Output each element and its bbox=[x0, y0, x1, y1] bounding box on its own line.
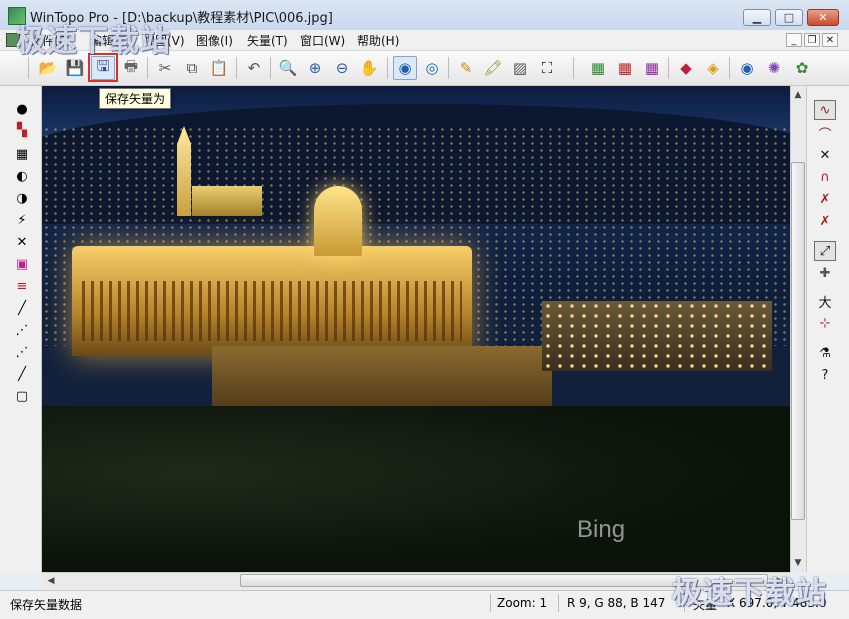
paint-tool-icon[interactable]: ⚗ bbox=[814, 343, 836, 363]
brush-tool-icon[interactable]: ╱ bbox=[12, 299, 32, 317]
info-icon[interactable]: ◉ bbox=[735, 56, 759, 80]
cross-tool-icon[interactable]: ✕ bbox=[814, 145, 836, 165]
church bbox=[192, 186, 262, 216]
image-canvas[interactable]: Bing bbox=[42, 86, 790, 572]
church-spire bbox=[177, 126, 191, 216]
mdi-restore-button[interactable]: ❐ bbox=[804, 33, 820, 47]
pattern-tool-icon[interactable]: ▦ bbox=[12, 145, 32, 163]
vector-tool-2-icon[interactable]: ▦ bbox=[613, 56, 637, 80]
crop-icon[interactable]: ⛶ bbox=[535, 56, 559, 80]
extend-tool-icon[interactable]: ⊹ bbox=[814, 313, 836, 333]
site-watermark-top: 极速下载站 bbox=[16, 24, 171, 59]
menu-window[interactable]: 窗口(W) bbox=[300, 32, 345, 49]
highlighter-icon[interactable]: 🖍 bbox=[481, 56, 505, 80]
view-vector-icon[interactable]: ◎ bbox=[420, 56, 444, 80]
eraser-icon[interactable]: ◆ bbox=[674, 56, 698, 80]
status-message: 保存矢量数据 bbox=[10, 598, 83, 612]
dot-line-tool-icon[interactable]: ⋰ bbox=[12, 343, 32, 361]
close-button[interactable]: ✕ bbox=[807, 9, 839, 26]
toolbar-separator bbox=[668, 57, 669, 79]
minimize-icon: ▁ bbox=[752, 11, 762, 24]
mdi-minimize-button[interactable]: _ bbox=[786, 33, 802, 47]
vector-tool-3-icon[interactable]: ▦ bbox=[640, 56, 664, 80]
split-tool-icon[interactable]: ✚ bbox=[814, 263, 836, 283]
bing-watermark: Bing bbox=[577, 516, 626, 543]
wand-tool-icon[interactable]: ⚡ bbox=[12, 211, 32, 229]
toolbar-separator bbox=[270, 57, 271, 79]
tooltip: 保存矢量为 bbox=[99, 88, 172, 109]
toolbar-separator bbox=[573, 57, 574, 79]
toolbar-separator bbox=[28, 57, 29, 79]
toolbar-separator bbox=[448, 57, 449, 79]
mdi-close-button[interactable]: ✕ bbox=[822, 33, 838, 47]
curve-tool-icon[interactable]: ∿ bbox=[814, 100, 836, 120]
palace-windows bbox=[82, 281, 462, 341]
point-tool-icon[interactable]: ● bbox=[12, 100, 32, 118]
pencil-icon[interactable]: ✎ bbox=[454, 56, 478, 80]
pan-hand-icon[interactable]: ✋ bbox=[357, 56, 381, 80]
dash-tool-icon[interactable]: ⋰ bbox=[12, 321, 32, 339]
close-icon: ✕ bbox=[818, 11, 828, 24]
palace-dome bbox=[314, 186, 362, 256]
menu-vector[interactable]: 矢量(T) bbox=[247, 32, 288, 49]
plugin-icon[interactable]: ✿ bbox=[790, 56, 814, 80]
layers-icon[interactable]: ◈ bbox=[701, 56, 725, 80]
mark-tool-icon[interactable]: ▚ bbox=[12, 121, 32, 139]
pick-tool-icon[interactable]: ✕ bbox=[12, 233, 32, 251]
toolbar-separator bbox=[236, 57, 237, 79]
status-color: R 9, G 88, B 147 bbox=[567, 596, 666, 610]
menu-image[interactable]: 图像(I) bbox=[196, 32, 233, 49]
toolbar-separator bbox=[147, 57, 148, 79]
node-tool-icon[interactable]: 大 bbox=[814, 291, 836, 311]
site-watermark-bottom: 极速下载站 bbox=[672, 576, 827, 611]
toolbar-separator bbox=[387, 57, 388, 79]
status-zoom: Zoom: 1 bbox=[497, 596, 548, 610]
scroll-up-arrow-icon[interactable]: ▲ bbox=[791, 88, 805, 102]
line-tool-icon[interactable]: ╱ bbox=[12, 365, 32, 383]
status-divider bbox=[558, 594, 559, 612]
zoom-in-icon[interactable]: ⊕ bbox=[303, 56, 327, 80]
query-tool-icon[interactable]: ? bbox=[814, 365, 836, 385]
menu-help[interactable]: 帮助(H) bbox=[357, 32, 399, 49]
copy-icon[interactable]: ⧉ bbox=[180, 56, 204, 80]
vector-tool-1-icon[interactable]: ▦ bbox=[586, 56, 610, 80]
zoom-icon[interactable]: 🔍 bbox=[276, 56, 300, 80]
foreground-trees bbox=[42, 406, 790, 572]
line-color-tool-icon[interactable]: ≡ bbox=[12, 277, 32, 295]
zoom-out-icon[interactable]: ⊖ bbox=[330, 56, 354, 80]
color-tool-icon[interactable]: ▣ bbox=[12, 255, 32, 273]
maximize-icon: □ bbox=[783, 11, 795, 24]
paste-icon[interactable]: 📋 bbox=[207, 56, 231, 80]
rectangle-tool-icon[interactable]: ▢ bbox=[12, 387, 32, 405]
undo-icon[interactable]: ↶ bbox=[242, 56, 266, 80]
status-divider bbox=[490, 594, 491, 612]
polyline-tool-icon[interactable]: ⌒ bbox=[814, 123, 836, 143]
arc-tool-icon[interactable]: ∩ bbox=[814, 167, 836, 187]
view-raster-icon[interactable]: ◉ bbox=[393, 56, 417, 80]
half-tool-icon[interactable]: ◑ bbox=[12, 189, 32, 207]
edit-raster-icon[interactable]: ▨ bbox=[508, 56, 532, 80]
scroll-left-arrow-icon[interactable]: ◀ bbox=[44, 574, 58, 588]
contrast-tool-icon[interactable]: ◐ bbox=[12, 167, 32, 185]
settings-icon[interactable]: ✺ bbox=[762, 56, 786, 80]
right-lights bbox=[542, 301, 772, 371]
delete-segment-tool-icon[interactable]: ✗ bbox=[814, 211, 836, 231]
maximize-button[interactable]: □ bbox=[775, 9, 803, 26]
join-tool-icon[interactable]: ⤢ bbox=[814, 241, 836, 261]
minimize-button[interactable]: ▁ bbox=[743, 9, 771, 26]
delete-node-tool-icon[interactable]: ✗ bbox=[814, 189, 836, 209]
toolbar-separator bbox=[729, 57, 730, 79]
vertical-scroll-thumb[interactable] bbox=[791, 162, 805, 520]
